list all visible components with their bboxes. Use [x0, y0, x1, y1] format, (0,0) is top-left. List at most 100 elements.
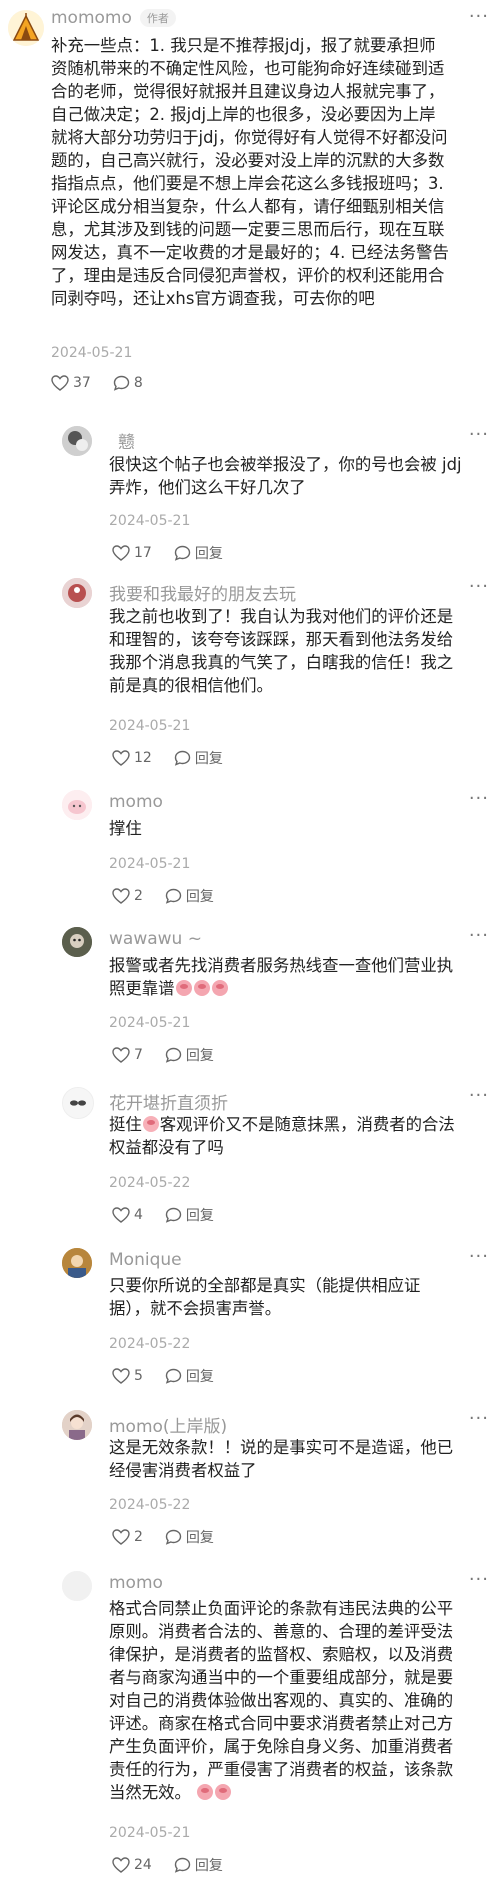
comment-line: 我那个消息我真的气笑了，白瞎我的信任！我之 — [109, 653, 454, 672]
avatar[interactable] — [62, 578, 92, 608]
like-button[interactable]: 7 — [112, 1047, 143, 1063]
chat-bubble-icon — [174, 1857, 191, 1873]
more-options-icon[interactable]: ··· — [469, 6, 489, 27]
comment-text: 挺住 客观评价又不是随意抹黑，消费者的合法 权益都没有了吗 — [109, 1113, 494, 1159]
like-button[interactable]: 37 — [51, 375, 91, 391]
like-button[interactable]: 12 — [112, 750, 152, 766]
comment-actions: 5 回复 — [112, 1366, 236, 1386]
user-avatar-icon — [62, 1410, 92, 1440]
avatar[interactable] — [62, 1410, 92, 1440]
comment-line-text: 当然无效。 — [109, 1783, 191, 1802]
comment-text: 我之前也收到了！我自认为我对他们的评价还是 和理智的，该夸夸该踩踩，那天看到他法… — [109, 605, 494, 697]
reply-button[interactable]: 回复 — [174, 543, 223, 563]
comment-line-text: 挺住 — [109, 1115, 142, 1134]
comment-thread: momomo 作者 ··· 补充一些点：1. 我只是不推荐报jdj，报了就要承担师… — [0, 0, 503, 1896]
comment-line: 弄炸，他们这么干好几次了 — [109, 478, 306, 497]
comment-line: 我之前也收到了！我自认为我对他们的评价还是 — [109, 607, 454, 626]
author-name[interactable]: wawawu ~ — [109, 929, 202, 949]
comment-line: 息，尤其涉及到钱的问题一定要三思而后行，现在互联 — [51, 220, 445, 239]
reply-button[interactable]: 回复 — [165, 1045, 214, 1065]
more-options-icon[interactable]: ··· — [469, 576, 489, 597]
avatar[interactable] — [62, 927, 92, 957]
comment-line: 同剥夺吗，还让xhs官方调查我，可去你的吧 — [51, 289, 375, 308]
comment-line: 权益都没有了吗 — [109, 1138, 224, 1157]
like-count: 4 — [134, 1207, 143, 1223]
like-button[interactable]: 2 — [112, 1529, 143, 1545]
avatar[interactable] — [8, 10, 44, 46]
reply-button[interactable]: 回复 — [165, 886, 214, 906]
comment-line: 责任的行为，严重侵害了消费者的权益，该条款 — [109, 1760, 454, 1779]
like-count: 2 — [134, 888, 143, 904]
heart-icon — [51, 375, 69, 391]
comment-actions: 17 回复 — [112, 543, 245, 563]
reply-button[interactable]: 回复 — [174, 1855, 223, 1875]
comment-line: 报警或者先找消费者服务热线查一查他们营业执 — [109, 956, 454, 975]
reply-count: 8 — [133, 375, 143, 391]
author-name[interactable]: Monique — [109, 1250, 182, 1270]
author-name[interactable]: momo(上岸版) — [109, 1412, 227, 1437]
comment-line: 产生负面评价，属于免除自身义务、加重消费者 — [109, 1737, 454, 1756]
chat-bubble-icon — [174, 545, 191, 561]
more-options-icon[interactable]: ··· — [469, 1085, 489, 1106]
reply-button[interactable]: 回复 — [165, 1527, 214, 1547]
comment-actions: 37 8 — [51, 375, 165, 391]
like-button[interactable]: 4 — [112, 1207, 143, 1223]
reply-label: 回复 — [194, 546, 223, 562]
avatar[interactable] — [62, 1571, 92, 1601]
comment-line: 原则。消费者合法的、善意的、合理的差评受法 — [109, 1622, 454, 1641]
comment-line: 资随机带来的不确定性风险，也可能狗命好连续碰到适 — [51, 59, 445, 78]
comment-line: 前是真的很相信他们。 — [109, 676, 273, 695]
avatar[interactable] — [62, 1087, 94, 1119]
comment-line: 很快这个帖子也会被举报没了，你的号也会被 jdj — [109, 455, 462, 474]
author-name[interactable]: momo — [109, 1573, 163, 1593]
reply-count-button[interactable]: 8 — [113, 375, 143, 391]
emoji-icon — [193, 980, 210, 996]
more-options-icon[interactable]: ··· — [469, 1408, 489, 1429]
author-name[interactable]: 花开堪折直须折 — [109, 1089, 228, 1114]
avatar[interactable] — [62, 426, 92, 456]
like-button[interactable]: 24 — [112, 1857, 152, 1873]
comment-line: 了，理由是违反合同侵犯声誉权，评价的权利还能用合 — [51, 266, 445, 285]
comment-date: 2024-05-22 — [109, 1497, 191, 1513]
comment-line: 补充一些点：1. 我只是不推荐报jdj，报了就要承担师 — [51, 36, 436, 55]
main-comment: momomo 作者 ··· 补充一些点：1. 我只是不推荐报jdj，报了就要承担师… — [0, 0, 503, 391]
user-avatar-icon — [62, 790, 92, 820]
comment-date: 2024-05-21 — [109, 1825, 191, 1841]
comment-line: 当然无效。 — [109, 1781, 494, 1804]
emoji-icon — [215, 1784, 232, 1800]
like-count: 2 — [134, 1529, 143, 1545]
like-button[interactable]: 17 — [112, 545, 152, 561]
comment-line: 者与商家沟通当中的一个重要组成部分，就是要 — [109, 1668, 454, 1687]
reply-label: 回复 — [194, 751, 223, 767]
comment-text: 这是无效条款！！说的是事实可不是造谣，他已 经侵害消费者权益了 — [109, 1436, 494, 1482]
more-options-icon[interactable]: ··· — [469, 788, 489, 809]
like-button[interactable]: 5 — [112, 1368, 143, 1384]
chat-bubble-icon — [165, 1047, 182, 1063]
comment-line: 格式合同禁止负面评论的条款有违民法典的公平 — [109, 1599, 454, 1618]
comment-line: 对自己的消费体验做出客观的、真实的、准确的 — [109, 1691, 454, 1710]
comment-text: 很快这个帖子也会被举报没了，你的号也会被 jdj 弄炸，他们这么干好几次了 — [109, 453, 494, 499]
more-options-icon[interactable]: ··· — [469, 1569, 489, 1590]
avatar[interactable] — [62, 1248, 92, 1278]
author-name[interactable]: 戆 — [118, 428, 135, 453]
comment-text: 补充一些点：1. 我只是不推荐报jdj，报了就要承担师 资随机带来的不确定性风险… — [51, 34, 496, 310]
reply-button[interactable]: 回复 — [165, 1205, 214, 1225]
comment-text: 报警或者先找消费者服务热线查一查他们营业执 照更靠谱 — [109, 954, 494, 1000]
comment-date: 2024-05-21 — [109, 1015, 191, 1031]
author-name[interactable]: 我要和我最好的朋友去玩 — [109, 580, 296, 605]
chat-bubble-icon — [165, 1368, 182, 1384]
author-name[interactable]: momomo 作者 — [51, 8, 176, 28]
like-count: 37 — [73, 375, 91, 391]
heart-icon — [112, 1047, 130, 1063]
more-options-icon[interactable]: ··· — [469, 424, 489, 445]
more-options-icon[interactable]: ··· — [469, 925, 489, 946]
like-button[interactable]: 2 — [112, 888, 143, 904]
reply-button[interactable]: 回复 — [174, 748, 223, 768]
avatar[interactable] — [62, 790, 92, 820]
emoji-icon — [142, 1116, 159, 1132]
comment-line: 自己做决定；2. 报jdj上岸的也很多，没必要因为上岸 — [51, 105, 436, 124]
author-name[interactable]: momo — [109, 792, 163, 812]
reply-label: 回复 — [185, 1530, 214, 1546]
reply-button[interactable]: 回复 — [165, 1366, 214, 1386]
more-options-icon[interactable]: ··· — [469, 1246, 489, 1267]
